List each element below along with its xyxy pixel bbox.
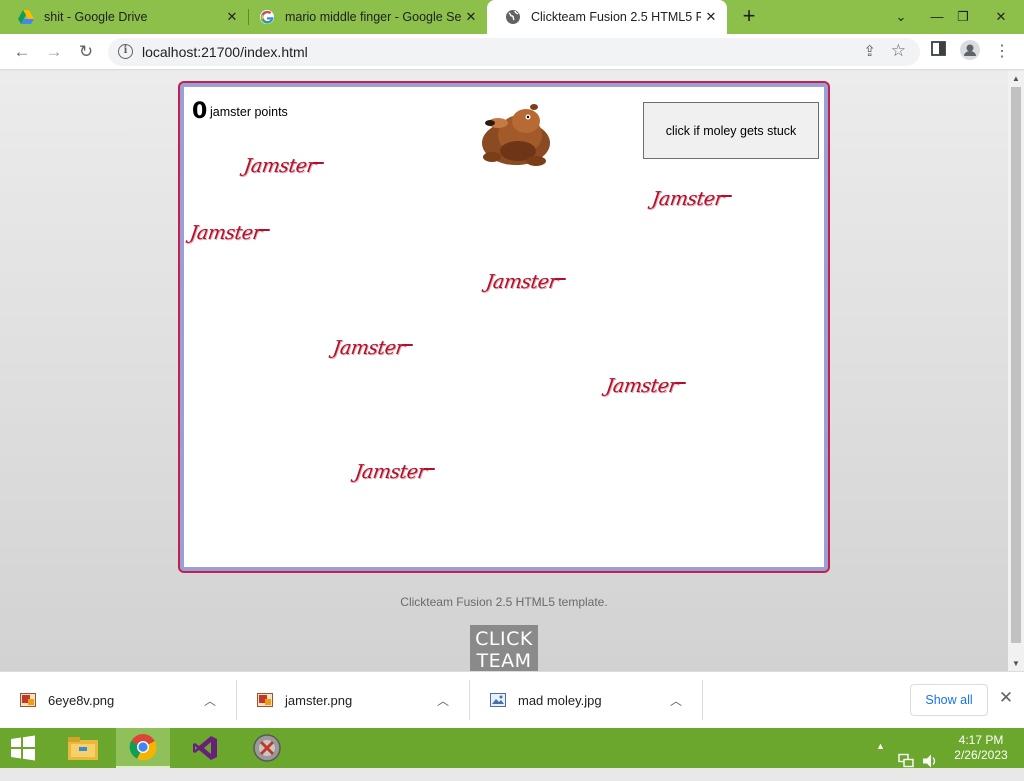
game-canvas[interactable]: 0 jamster points click if moley gets stu… xyxy=(184,87,824,567)
restore-button[interactable]: ❐ xyxy=(946,0,980,34)
download-item[interactable]: 6eye8v.png ︿ xyxy=(0,680,237,720)
template-footer-text: Clickteam Fusion 2.5 HTML5 template. xyxy=(400,595,608,609)
jamster-label: Jamster xyxy=(188,222,263,244)
chevron-up-icon[interactable]: ︿ xyxy=(433,692,453,709)
scroll-up-arrow-icon[interactable]: ▲ xyxy=(1012,74,1020,83)
moley-sprite[interactable] xyxy=(468,99,552,171)
browser-toolbar: ← → ↻ i localhost:21700/index.html ⇪ ☆ ⋮ xyxy=(0,34,1024,70)
chrome-taskbar-button[interactable] xyxy=(116,728,170,768)
close-shelf-icon[interactable]: ✕ xyxy=(996,688,1016,708)
jamster-tail xyxy=(720,195,732,197)
url-text[interactable]: localhost:21700/index.html xyxy=(142,44,308,60)
chevron-up-icon[interactable]: ︿ xyxy=(666,692,686,709)
jamster-sprite[interactable]: Jamster xyxy=(353,459,439,487)
windows-start-icon[interactable] xyxy=(8,734,38,762)
page-scrollbar[interactable]: ▲ ▼ xyxy=(1008,71,1024,671)
download-shelf: 6eye8v.png ︿ jamster.png ︿ mad moley.jpg… xyxy=(0,671,1024,728)
score-label: jamster points xyxy=(210,105,288,119)
chevron-up-icon[interactable]: ︿ xyxy=(200,692,220,709)
clock-date: 2/26/2023 xyxy=(954,748,1008,762)
jamster-sprite[interactable]: Jamster xyxy=(331,335,417,363)
file-explorer-icon xyxy=(68,737,98,760)
tab-strip: shit - Google Drive ✕ mario middle finge… xyxy=(0,0,1024,34)
jamster-label: Jamster xyxy=(650,188,725,210)
download-item[interactable]: jamster.png ︿ xyxy=(237,680,470,720)
tab-search-chevron-icon[interactable]: ⌄ xyxy=(884,0,918,34)
scroll-down-arrow-icon[interactable]: ▼ xyxy=(1012,659,1020,668)
download-item[interactable]: mad moley.jpg ︿ xyxy=(470,680,703,720)
windows-taskbar: ▲ 4:17 PM 2/26/2023 xyxy=(0,728,1024,768)
google-icon xyxy=(260,10,274,24)
jamster-tail xyxy=(401,344,413,346)
side-panel-icon[interactable] xyxy=(926,40,950,64)
file-explorer-taskbar-button[interactable] xyxy=(56,728,110,768)
download-filename: jamster.png xyxy=(285,692,353,708)
logo-line-1: CLICK xyxy=(475,628,533,650)
reload-button[interactable]: ↻ xyxy=(74,40,98,64)
jamster-sprite[interactable]: Jamster xyxy=(242,153,328,181)
tab-google-search[interactable]: mario middle finger - Google Se ✕ xyxy=(241,0,487,34)
jamster-label: Jamster xyxy=(604,375,679,397)
globe-icon xyxy=(506,10,520,24)
png-file-icon xyxy=(20,693,36,707)
score-value: 0 xyxy=(192,99,208,124)
moley-stuck-button[interactable]: click if moley gets stuck xyxy=(643,102,819,159)
share-icon[interactable]: ⇪ xyxy=(863,42,876,60)
jamster-tail xyxy=(423,468,435,470)
tab-title: mario middle finger - Google Se xyxy=(285,10,461,24)
fusion-taskbar-button[interactable] xyxy=(240,728,294,768)
tray-overflow-icon[interactable]: ▲ xyxy=(876,741,885,781)
tab-clickteam-fusion[interactable]: Clickteam Fusion 2.5 HTML5 Run ✕ xyxy=(487,0,727,34)
system-clock[interactable]: 4:17 PM 2/26/2023 xyxy=(948,733,1014,763)
chrome-icon xyxy=(129,734,157,761)
clock-time: 4:17 PM xyxy=(958,733,1004,747)
tab-google-drive[interactable]: shit - Google Drive ✕ xyxy=(0,0,248,34)
logo-line-2: TEAM xyxy=(476,650,532,671)
jamster-tail xyxy=(674,382,686,384)
back-button[interactable]: ← xyxy=(10,40,34,64)
close-tab-icon[interactable]: ✕ xyxy=(701,9,721,25)
bookmark-star-icon[interactable]: ☆ xyxy=(891,41,906,61)
address-bar[interactable]: i localhost:21700/index.html ⇪ ☆ xyxy=(108,38,920,66)
show-all-downloads-button[interactable]: Show all xyxy=(910,684,988,716)
tab-title: shit - Google Drive xyxy=(44,10,148,24)
jamster-label: Jamster xyxy=(242,155,317,177)
game-frame: 0 jamster points click if moley gets stu… xyxy=(178,81,830,573)
forward-button[interactable]: → xyxy=(42,40,66,64)
visual-studio-taskbar-button[interactable] xyxy=(178,728,232,768)
clickteam-fusion-icon xyxy=(253,734,281,762)
google-drive-icon xyxy=(18,10,34,24)
jamster-label: Jamster xyxy=(331,337,406,359)
network-icon[interactable] xyxy=(898,741,914,781)
site-info-icon[interactable]: i xyxy=(118,44,133,59)
clickteam-logo[interactable]: CLICK TEAM xyxy=(470,625,538,671)
jamster-tail xyxy=(258,229,270,231)
jamster-sprite[interactable]: Jamster xyxy=(604,373,690,401)
page-viewport: 0 jamster points click if moley gets stu… xyxy=(0,71,1008,671)
download-filename: mad moley.jpg xyxy=(518,692,602,708)
png-file-icon xyxy=(257,693,273,707)
close-tab-icon[interactable]: ✕ xyxy=(461,9,481,25)
kebab-menu-icon[interactable]: ⋮ xyxy=(990,40,1014,64)
jamster-tail xyxy=(554,278,566,280)
jamster-label: Jamster xyxy=(353,461,428,483)
close-tab-icon[interactable]: ✕ xyxy=(222,9,242,25)
download-filename: 6eye8v.png xyxy=(48,692,115,708)
volume-icon[interactable] xyxy=(922,741,938,781)
jamster-label: Jamster xyxy=(484,271,559,293)
jamster-sprite[interactable]: Jamster xyxy=(650,186,736,214)
jamster-sprite[interactable]: Jamster xyxy=(484,269,570,297)
jamster-sprite[interactable]: Jamster xyxy=(188,220,274,248)
window-close-button[interactable]: ✕ xyxy=(978,0,1024,34)
new-tab-button[interactable]: + xyxy=(737,4,761,28)
scrollbar-thumb[interactable] xyxy=(1011,87,1021,643)
tab-title: Clickteam Fusion 2.5 HTML5 Run xyxy=(531,10,701,24)
visual-studio-icon xyxy=(193,736,217,760)
profile-avatar-icon[interactable] xyxy=(958,40,982,64)
jamster-tail xyxy=(312,162,324,164)
jpg-file-icon xyxy=(490,693,506,707)
